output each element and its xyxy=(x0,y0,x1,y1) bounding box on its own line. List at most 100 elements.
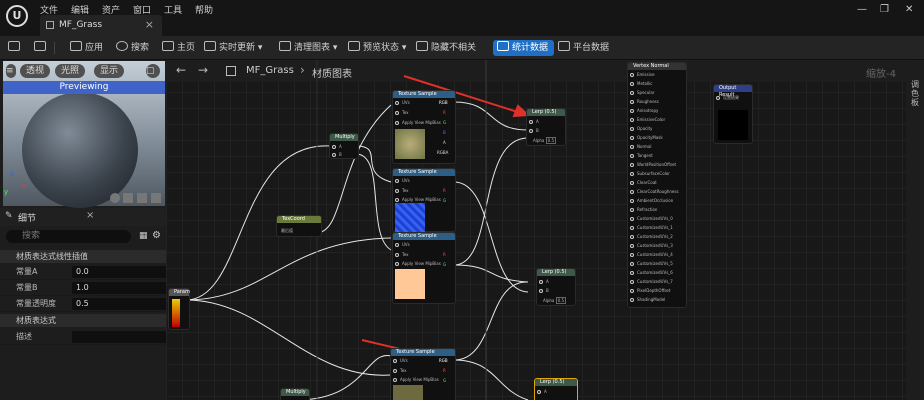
texture-sample-3[interactable]: Texture Sample UVs Tex Apply View MipBia… xyxy=(392,232,456,304)
tex4-mip-pin[interactable]: Apply View MipBias xyxy=(393,377,439,382)
tex1-mip-pin[interactable]: Apply View MipBias xyxy=(395,120,441,125)
viewport-options-button[interactable]: ▢ xyxy=(146,64,160,78)
material-attribute-pin[interactable]: CustomizedUVs_5 xyxy=(630,261,673,266)
tex3-mip-pin[interactable]: Apply View MipBias xyxy=(395,261,441,266)
output-result-node[interactable]: Output Result 设置结果 xyxy=(713,84,753,144)
lerp-node-1[interactable]: Lerp (0.5) A B Alpha 0.5 xyxy=(526,108,566,146)
settings-gear-icon[interactable]: ⚙ xyxy=(152,230,161,241)
lerp-node-2[interactable]: Lerp (0.5) A B Alpha 0.5 xyxy=(536,268,576,306)
apply-button[interactable]: 应用 xyxy=(70,40,103,56)
make-material-attributes-node[interactable]: Vertex Normal Emissive Metallic Specular Ro… xyxy=(627,62,687,308)
tex4-tex-pin[interactable]: Tex xyxy=(393,368,407,373)
material-attribute-pin[interactable]: Anisotropy xyxy=(630,108,658,113)
material-attribute-pin[interactable]: CustomizedUVs_6 xyxy=(630,270,673,275)
lerp1-b[interactable]: B xyxy=(529,128,539,133)
multiply-a-pin[interactable]: A xyxy=(332,144,342,149)
material-attribute-pin[interactable]: Tangent xyxy=(630,153,653,158)
tex3-tex-pin[interactable]: Tex xyxy=(395,252,409,257)
tex4-rgb[interactable]: RGB xyxy=(439,358,448,363)
material-attribute-pin[interactable]: CustomizedUVs_2 xyxy=(630,234,673,239)
material-attribute-pin[interactable]: Roughness xyxy=(630,99,659,104)
tab-mf-grass[interactable]: MF_Grass × xyxy=(40,15,162,36)
tex1-b[interactable]: B xyxy=(443,130,446,135)
material-attribute-pin[interactable]: OpacityMask xyxy=(630,135,663,140)
home-button[interactable]: 主页 xyxy=(162,40,195,56)
details-search-input[interactable]: 搜索 xyxy=(6,230,131,243)
material-attribute-pin[interactable]: Specular xyxy=(630,90,654,95)
texture-sample-2[interactable]: Texture Sample UVs Tex Apply View MipBia… xyxy=(392,168,456,233)
material-attribute-pin[interactable]: WorldPositionOffset xyxy=(630,162,676,167)
lerp1-a[interactable]: A xyxy=(529,119,539,124)
save-button[interactable] xyxy=(8,40,23,56)
preview-mesh-cube-icon[interactable] xyxy=(151,193,161,203)
minimize-button[interactable]: — xyxy=(857,4,867,15)
tex2-g[interactable]: G xyxy=(443,198,446,203)
material-attribute-pin[interactable]: Emissive xyxy=(630,72,655,77)
material-attribute-pin[interactable]: CustomizedUVs_0 xyxy=(630,216,673,221)
material-attribute-pin[interactable]: ShadingModel xyxy=(630,297,665,302)
texture-sample-1[interactable]: Texture Sample UVs Tex Apply View MipBia… xyxy=(392,90,456,164)
tex2-r[interactable]: R xyxy=(443,188,446,193)
tex4-uvs-pin[interactable]: UVs xyxy=(393,358,408,363)
material-graph[interactable]: ← → MF_Grass › 材质图表 缩放-4 Param TexCoord … xyxy=(166,60,924,400)
material-attribute-pin[interactable]: Opacity xyxy=(630,126,652,131)
material-attribute-pin[interactable]: ClearCoat xyxy=(630,180,657,185)
tex3-uvs-pin[interactable]: UVs xyxy=(395,242,410,247)
section-lerp[interactable]: 材质表达式线性插值 xyxy=(0,250,166,263)
tex3-r[interactable]: R xyxy=(443,252,446,257)
lerp2-a[interactable]: A xyxy=(539,279,549,284)
unreal-logo-icon[interactable]: U xyxy=(6,5,28,27)
alpha-value[interactable]: 0.5 xyxy=(555,297,567,304)
tex4-g[interactable]: G xyxy=(443,378,446,383)
preview-mesh-sphere-icon[interactable] xyxy=(110,193,120,203)
tex2-mip-pin[interactable]: Apply View MipBias xyxy=(395,197,441,202)
alpha-value[interactable]: 0.5 xyxy=(545,137,557,144)
perspective-button[interactable]: 透视 xyxy=(20,64,51,78)
tex1-g[interactable]: G xyxy=(443,120,446,125)
multiply-b-pin[interactable]: B xyxy=(332,152,342,157)
browse-button[interactable] xyxy=(34,40,49,56)
material-attribute-pin[interactable]: CustomizedUVs_3 xyxy=(630,243,673,248)
section-expression[interactable]: 材质表达式 xyxy=(0,314,166,327)
texcoord-output[interactable]: 最后值 xyxy=(281,228,293,234)
material-attribute-pin[interactable]: SubsurfaceColor xyxy=(630,171,670,176)
tex2-tex-pin[interactable]: Tex xyxy=(395,188,409,193)
tex1-rgb[interactable]: RGB xyxy=(439,100,448,105)
show-button[interactable]: 显示 xyxy=(94,64,125,78)
texcoord-node[interactable]: TexCoord 最后值 xyxy=(276,215,322,237)
details-close-icon[interactable]: × xyxy=(86,210,94,221)
preview-mesh-plane-icon[interactable] xyxy=(137,193,147,203)
material-attribute-pin[interactable]: AmbientOcclusion xyxy=(630,198,673,203)
viewport-menu-button[interactable]: ≡ xyxy=(6,64,16,78)
output-pin[interactable]: 设置结果 xyxy=(716,95,739,101)
table-view-icon[interactable]: ▦ xyxy=(139,231,148,241)
texture-sample-4[interactable]: Texture Sample UVs Tex Apply View MipBia… xyxy=(390,348,456,400)
realtime-button[interactable]: 实时更新 ▾ xyxy=(204,40,262,56)
material-attribute-pin[interactable]: PixelDepthOffset xyxy=(630,288,670,293)
maximize-button[interactable]: ❐ xyxy=(880,4,889,15)
param-node[interactable]: Param xyxy=(168,288,190,330)
material-attribute-pin[interactable]: CustomizedUVs_1 xyxy=(630,225,673,230)
lerp2-alpha[interactable]: Alpha 0.5 xyxy=(543,297,567,304)
hide-unrelated-button[interactable]: 隐藏不相关 xyxy=(416,40,476,56)
prop-input-const-a[interactable]: 0.0 xyxy=(72,266,168,278)
lerp2-b[interactable]: B xyxy=(539,288,549,293)
tab-close-icon[interactable]: × xyxy=(145,18,154,31)
menu-tools[interactable]: 工具 xyxy=(164,3,182,16)
prop-input-const-alpha[interactable]: 0.5 xyxy=(72,298,168,310)
platform-stats-button[interactable]: 平台数据 xyxy=(558,40,609,56)
tex1-r[interactable]: R xyxy=(443,110,446,115)
palette-tab[interactable]: 调色板 xyxy=(911,80,920,107)
material-attribute-pin[interactable]: Refraction xyxy=(630,207,657,212)
tex2-uvs-pin[interactable]: UVs xyxy=(395,178,410,183)
clean-graph-button[interactable]: 清理图表 ▾ xyxy=(279,40,337,56)
material-attribute-pin[interactable]: Metallic xyxy=(630,81,652,86)
preview-state-button[interactable]: 预览状态 ▾ xyxy=(348,40,406,56)
material-attribute-pin[interactable]: ClearCoatRoughness xyxy=(630,189,679,194)
preview-mesh-cylinder-icon[interactable] xyxy=(123,193,133,203)
material-attribute-pin[interactable]: EmissiveColor xyxy=(630,117,665,122)
material-attribute-pin[interactable]: CustomizedUVs_4 xyxy=(630,252,673,257)
menu-help[interactable]: 帮助 xyxy=(195,3,213,16)
tex3-g[interactable]: G xyxy=(443,262,446,267)
prop-input-const-b[interactable]: 1.0 xyxy=(72,282,168,294)
